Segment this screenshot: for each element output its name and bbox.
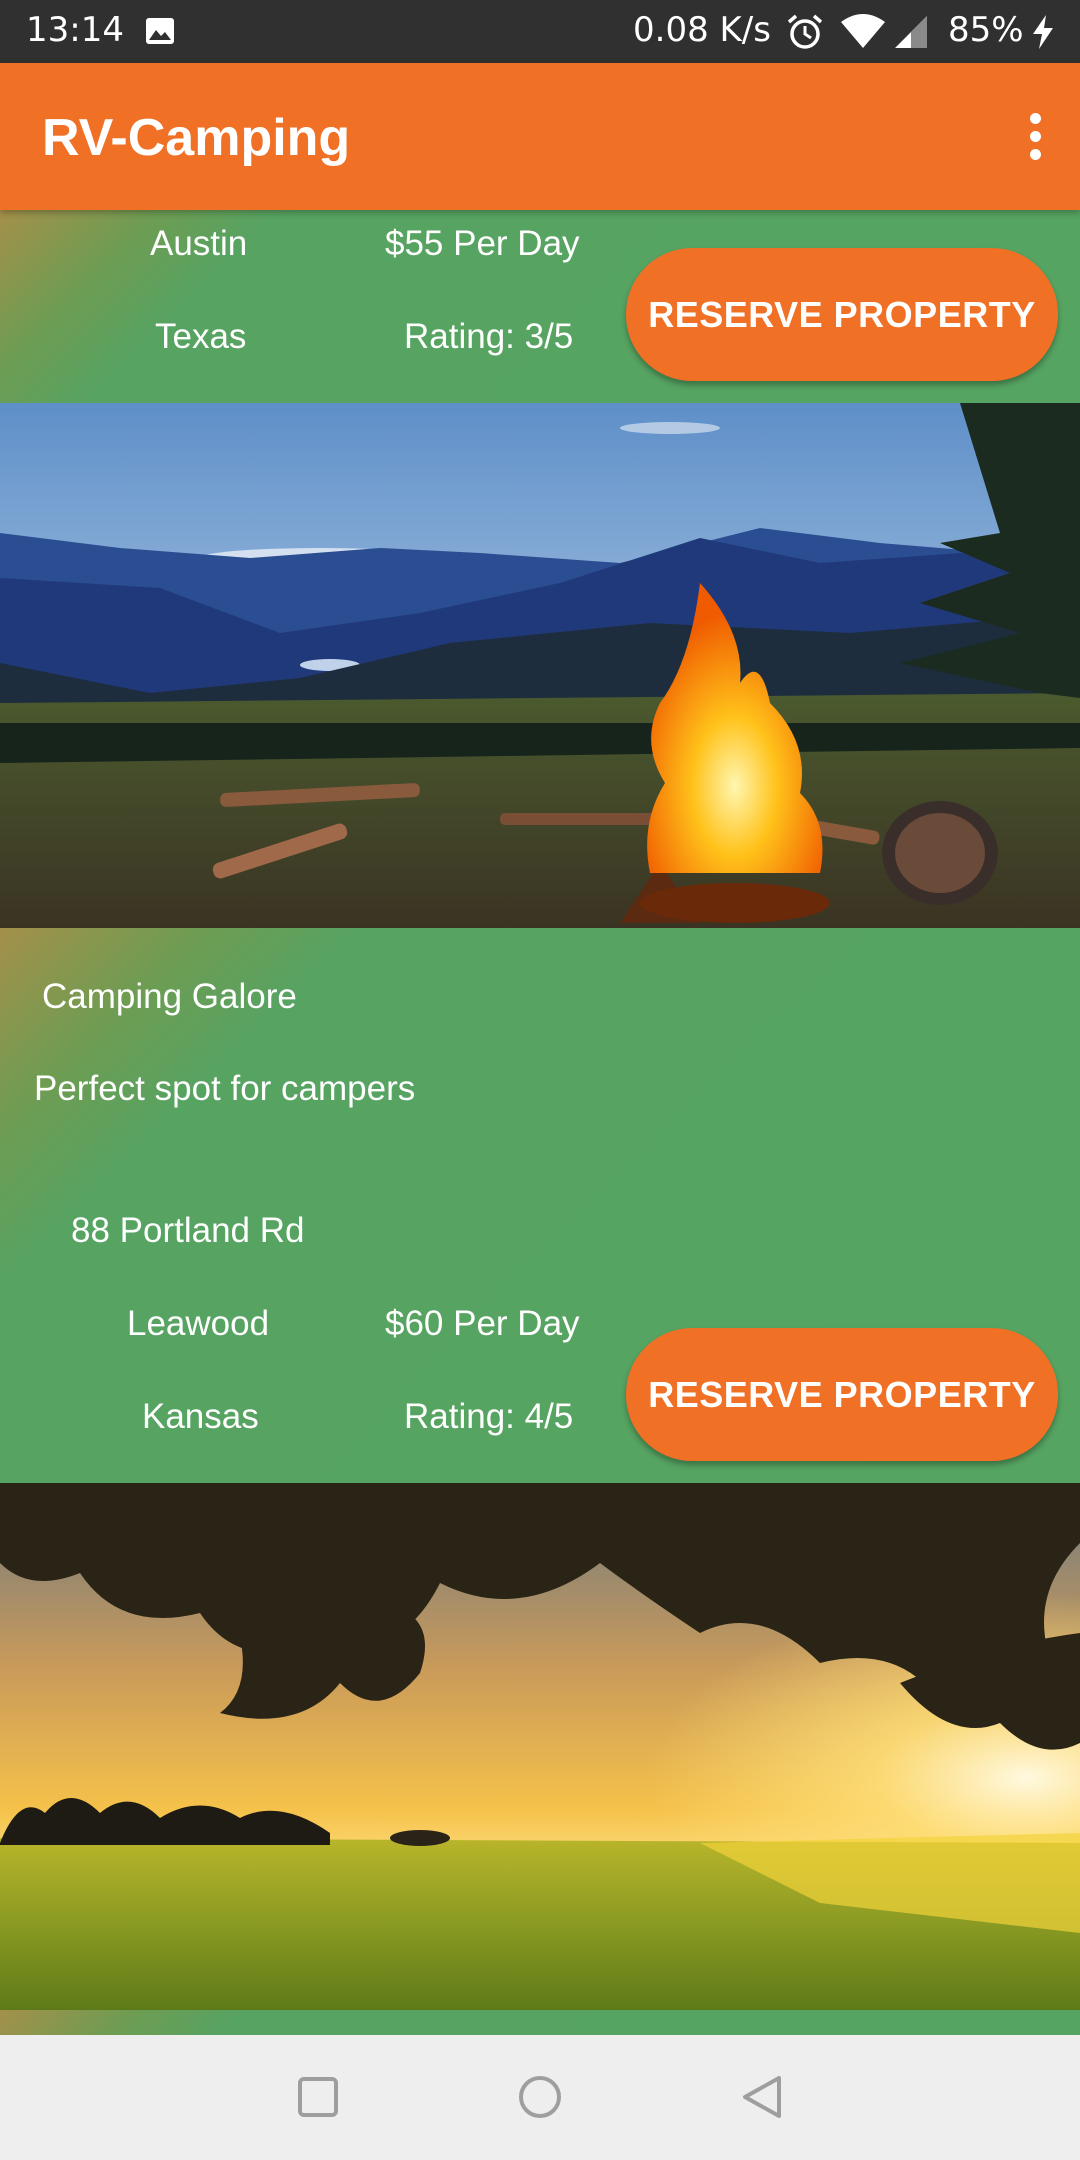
listing-state: Texas [155,317,247,356]
listing-rating: Rating: 4/5 [404,1397,574,1436]
listing-card-2: Camping Galore Perfect spot for campers … [0,928,1080,1483]
charging-icon [1033,15,1053,49]
listing-description: Perfect spot for campers [34,1069,416,1108]
battery-level: 85% [948,10,1024,50]
app-title: RV-Camping [42,109,351,167]
listing-state: Kansas [142,1397,259,1436]
status-bar: 13:14 0.08 K/s 85% [0,0,1080,63]
listing-card-1: Austin $55 Per Day Texas Rating: 3/5 RES… [0,210,1080,403]
listing-name: Camping Galore [42,977,297,1016]
home-icon[interactable] [510,2067,570,2127]
system-nav-bar [0,2035,1080,2160]
reserve-property-button[interactable]: RESERVE PROPERTY [626,1328,1058,1461]
sunset-field-photo [0,1483,1080,2010]
listing-rating: Rating: 3/5 [404,317,574,356]
listing-card-3-edge [0,2010,1080,2035]
app-bar: RV-Camping [0,63,1080,210]
alarm-icon [787,14,823,49]
campfire-mountains-photo [0,403,1080,928]
reserve-property-button[interactable]: RESERVE PROPERTY [626,248,1058,381]
status-time: 13:14 [26,10,124,50]
recents-icon[interactable] [288,2067,348,2127]
back-icon[interactable] [733,2067,793,2127]
listing-city: Leawood [127,1304,270,1343]
more-vert-icon[interactable] [994,93,1080,179]
listing-city: Austin [150,224,248,263]
listing-price: $55 Per Day [385,224,580,263]
listing-price: $60 Per Day [385,1304,580,1343]
image-icon [146,18,174,44]
listing-address: 88 Portland Rd [71,1211,305,1250]
wifi-icon [841,14,885,48]
signal-icon [895,16,927,48]
network-speed: 0.08 K/s [633,10,771,50]
